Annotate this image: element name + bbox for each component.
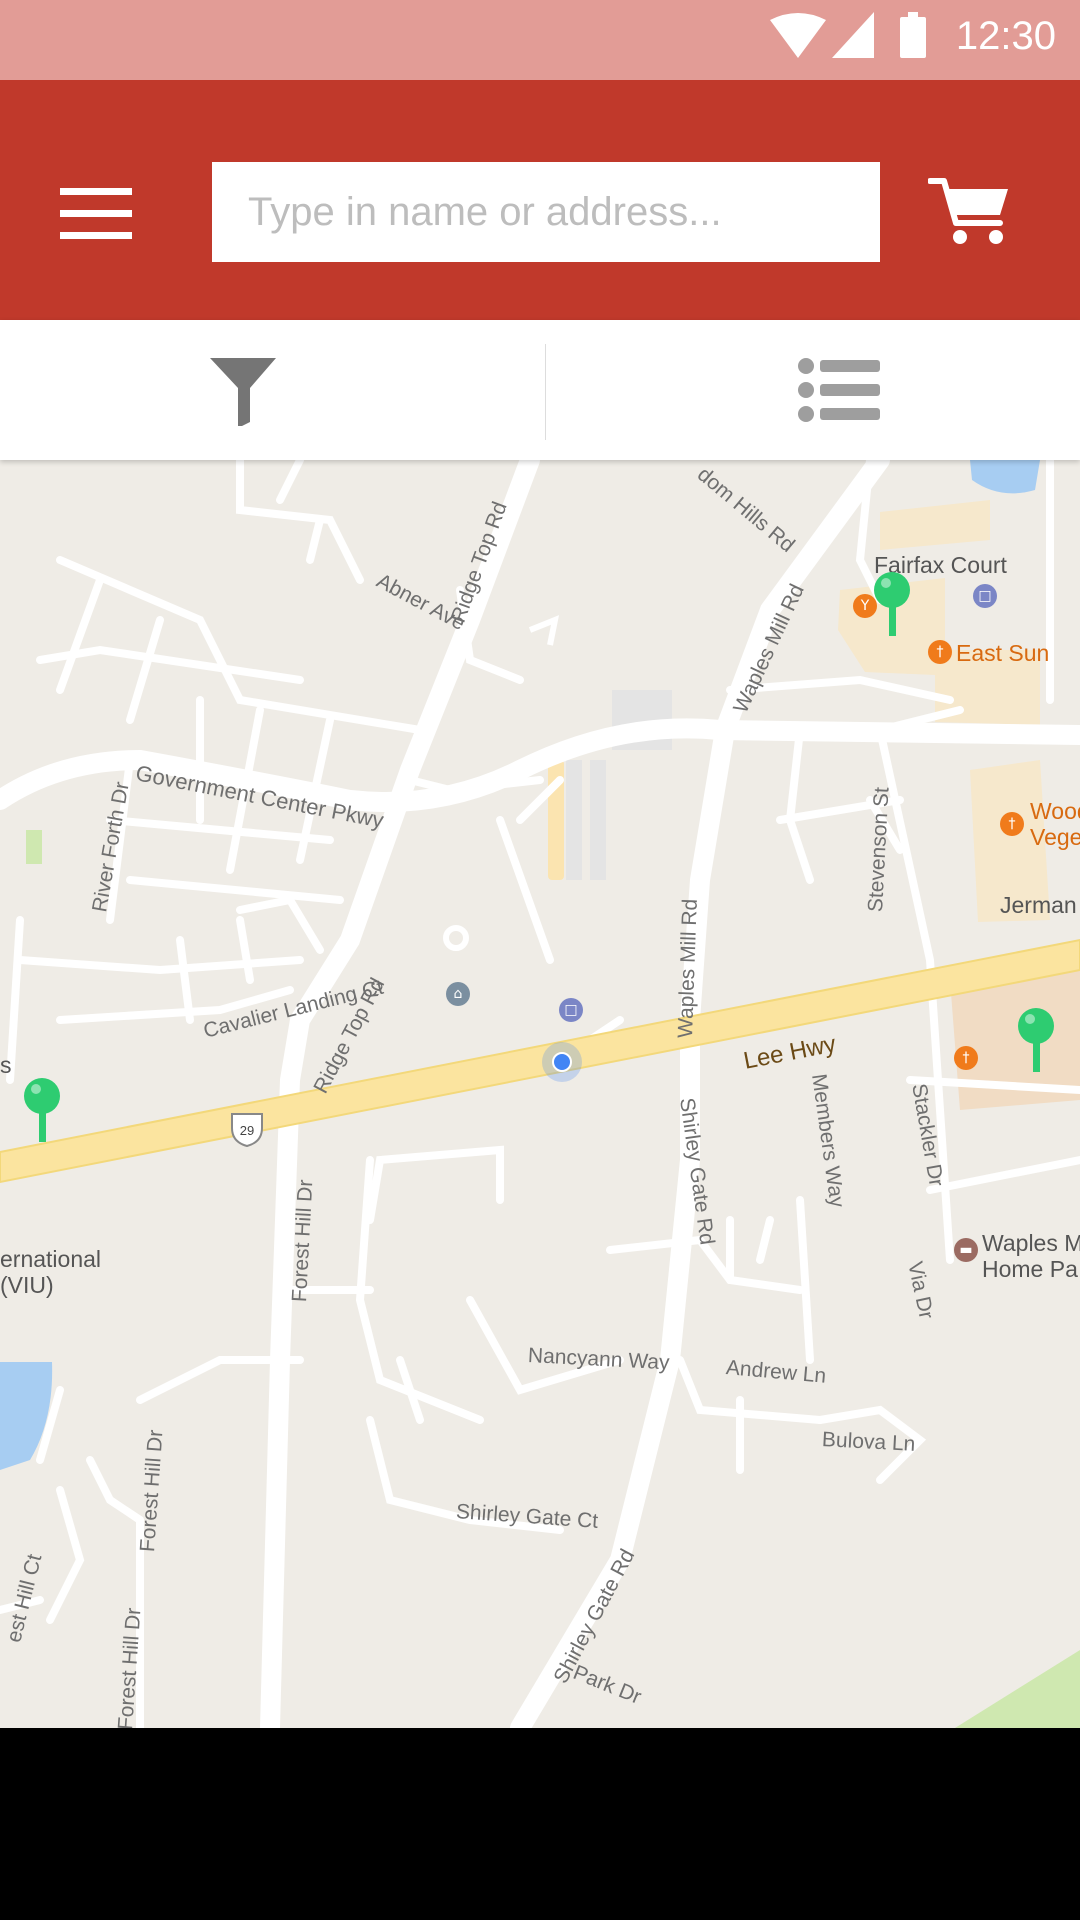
- list-view-button[interactable]: [546, 320, 1080, 460]
- status-bar: 12:30: [0, 0, 1080, 80]
- route-29-label: 29: [240, 1123, 254, 1138]
- street-label: Bulova Ln: [821, 1428, 916, 1456]
- status-time: 12:30: [955, 14, 1056, 58]
- view-toolbar: [0, 320, 1080, 460]
- filter-button[interactable]: [0, 320, 540, 460]
- restaurant-icon[interactable]: †: [928, 640, 952, 664]
- wifi-icon: [770, 13, 826, 58]
- minor-roads: [528, 615, 560, 646]
- home-icon[interactable]: ⌂: [446, 982, 470, 1006]
- list-view-icon: [798, 358, 880, 422]
- parking-lot: [590, 760, 606, 880]
- place-label: ernational: [0, 1246, 102, 1272]
- menu-button[interactable]: [50, 180, 140, 260]
- cart-button[interactable]: [927, 175, 1012, 251]
- street-label: Waples Mill Rd: [674, 898, 702, 1039]
- place-label-jerman: Jerman: [1000, 892, 1077, 918]
- place-label-east-sun: East Sun: [956, 640, 1050, 666]
- current-location-marker[interactable]: [542, 1042, 582, 1082]
- filter-funnel-icon: [210, 358, 276, 426]
- store-map-pin[interactable]: [22, 1078, 62, 1148]
- shopping-bag-icon[interactable]: □: [973, 584, 997, 608]
- store-map-pin[interactable]: [1016, 1008, 1056, 1078]
- parking-lot: [566, 760, 582, 880]
- place-label-waples-home: Waples M: [982, 1230, 1080, 1256]
- roundabout: [443, 925, 469, 951]
- restaurant-icon[interactable]: †: [954, 1046, 978, 1070]
- place-label-wood: Wood: [1030, 798, 1080, 824]
- map-view[interactable]: 29 Y □ † † † ⌂ □ ▬ Ridge Top Rd Abner Av…: [0, 460, 1080, 1728]
- building: [880, 500, 990, 550]
- place-label-waples-home: Home Pa: [982, 1256, 1078, 1282]
- park-small: [26, 830, 42, 864]
- water-top-right: [970, 460, 1040, 494]
- shopping-cart-icon: [927, 178, 1008, 244]
- shopping-bag-icon[interactable]: □: [559, 998, 583, 1022]
- place-label: s: [0, 1052, 12, 1078]
- lodging-icon[interactable]: ▬: [954, 1238, 978, 1262]
- hamburger-menu-icon: [60, 188, 132, 239]
- app-bar: [0, 80, 1080, 320]
- search-input[interactable]: [212, 162, 880, 262]
- place-label-wood: Vege: [1030, 824, 1080, 850]
- signal-icon: [832, 12, 874, 58]
- place-label: (VIU): [0, 1272, 54, 1298]
- battery-icon: [900, 12, 926, 58]
- system-navigation-area: [0, 1728, 1080, 1920]
- park-corner: [955, 1650, 1080, 1728]
- restaurant-icon[interactable]: †: [1000, 812, 1024, 836]
- store-map-pin[interactable]: [872, 572, 912, 642]
